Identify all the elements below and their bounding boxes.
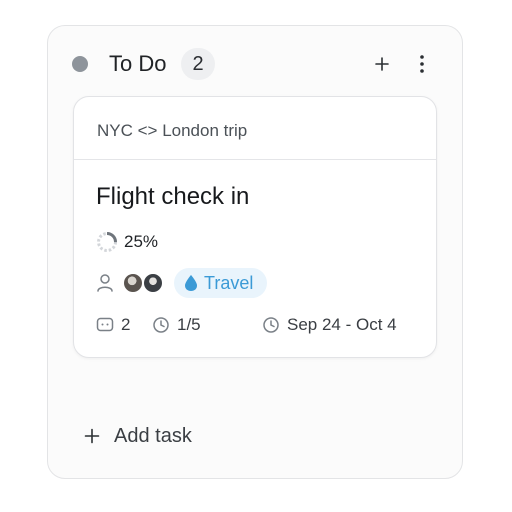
water-drop-icon bbox=[185, 275, 197, 291]
clock-icon bbox=[263, 317, 279, 333]
clock-icon bbox=[153, 317, 169, 333]
comments-count-label: 2 bbox=[121, 315, 131, 334]
subtasks-count[interactable]: 1/5 bbox=[152, 313, 201, 337]
progress: 25% bbox=[96, 230, 158, 254]
avatar[interactable] bbox=[142, 272, 164, 294]
subtasks-label: 1/5 bbox=[177, 315, 201, 334]
tag-travel[interactable]: Travel bbox=[174, 268, 268, 298]
assignees-button[interactable] bbox=[96, 273, 114, 293]
card-divider bbox=[74, 159, 436, 160]
card-project-name: NYC <> London trip bbox=[97, 121, 248, 140]
status-dot bbox=[72, 56, 88, 72]
task-card[interactable]: NYC <> London trip Flight check in 25% T… bbox=[73, 96, 437, 358]
date-range-label: Sep 24 - Oct 4 bbox=[287, 315, 397, 334]
more-vertical-icon bbox=[420, 55, 424, 73]
plus-icon bbox=[375, 57, 389, 71]
comment-icon bbox=[96, 317, 114, 332]
comments-count[interactable]: 2 bbox=[96, 313, 130, 337]
todo-column: To Do 2 NYC <> London trip Flight check … bbox=[47, 25, 463, 479]
column-more-button[interactable] bbox=[410, 52, 434, 76]
card-title: Flight check in bbox=[96, 183, 250, 210]
column-title: To Do bbox=[109, 51, 167, 76]
progress-ring-icon bbox=[97, 232, 117, 252]
progress-label: 25% bbox=[124, 232, 159, 251]
column-header: To Do 2 bbox=[48, 26, 462, 102]
task-count-badge: 2 bbox=[181, 48, 215, 80]
tag-label: Travel bbox=[204, 272, 254, 293]
card-footer: 2 1/5 Sep 24 - Oct 4 bbox=[96, 313, 416, 337]
add-task-column-button[interactable] bbox=[370, 52, 394, 76]
plus-icon bbox=[84, 428, 100, 444]
person-icon bbox=[97, 274, 113, 292]
avatar[interactable] bbox=[122, 272, 144, 294]
date-range[interactable]: Sep 24 - Oct 4 bbox=[262, 313, 397, 337]
add-task-label: Add task bbox=[114, 424, 192, 447]
card-meta-row: Travel bbox=[96, 268, 268, 298]
add-task-button[interactable]: Add task bbox=[84, 422, 192, 450]
